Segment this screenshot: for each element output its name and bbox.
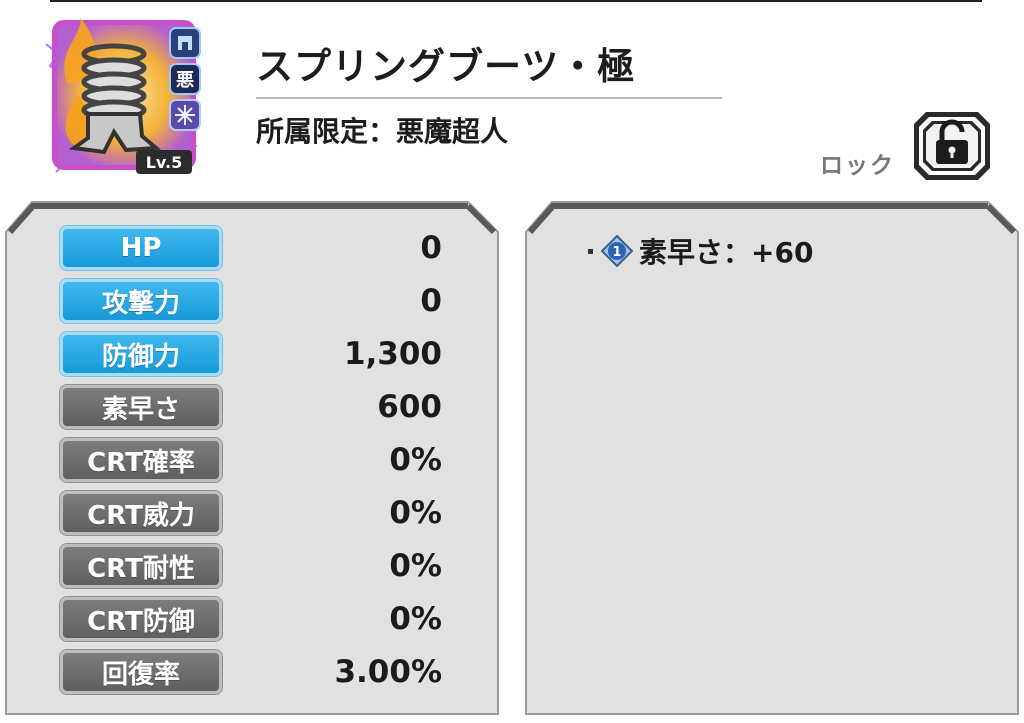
stat-label: HP xyxy=(60,226,222,270)
stat-label: CRT耐性 xyxy=(60,544,222,588)
item-level: Lv.5 xyxy=(146,153,183,172)
stat-label: CRT確率 xyxy=(60,438,222,482)
bullet-icon xyxy=(588,248,593,254)
stat-value: 1,300 xyxy=(343,336,442,372)
stat-value: 0% xyxy=(389,601,442,637)
boots-slot-icon xyxy=(169,27,201,59)
stat-label: CRT防御 xyxy=(60,597,222,641)
lock-label: ロック xyxy=(820,153,895,179)
ice-crystal-icon xyxy=(169,99,201,131)
stat-label: 防御力 xyxy=(60,332,222,376)
item-icon-card[interactable]: Lv.5 悪 xyxy=(44,14,204,178)
bonus-panel: 1 素早さ：+60 xyxy=(522,198,1022,718)
bonus-text: 素早さ：+60 xyxy=(639,236,814,269)
stat-label: CRT威力 xyxy=(60,491,222,535)
stat-value: 0 xyxy=(420,230,442,266)
faction-badge: 悪 xyxy=(169,63,201,95)
item-name: スプリングブーツ・極 xyxy=(256,45,636,88)
stat-row: CRT確率 0% xyxy=(60,438,500,482)
stat-value: 600 xyxy=(377,389,442,425)
stat-row: 回復率 3.00% xyxy=(60,650,500,694)
stat-row: HP 0 xyxy=(60,226,500,270)
bonus-number: 1 xyxy=(612,245,621,260)
item-affiliation: 所属限定：悪魔超人 xyxy=(256,115,509,148)
stat-row: 素早さ 600 xyxy=(60,385,500,429)
lock-toggle-button[interactable] xyxy=(912,110,992,182)
top-divider xyxy=(50,0,982,2)
bonus-number-badge-icon: 1 xyxy=(601,235,633,267)
stat-label: 素早さ xyxy=(60,385,222,429)
stat-row: 防御力 1,300 xyxy=(60,332,500,376)
title-underline xyxy=(256,97,722,99)
stat-value: 3.00% xyxy=(334,654,442,690)
stats-panel: HP 0 攻撃力 0 防御力 1,300 素早さ 600 CRT確率 0% CRT威力 0% CRT耐性… xyxy=(2,198,502,718)
stat-row: CRT耐性 0% xyxy=(60,544,500,588)
stat-value: 0% xyxy=(389,495,442,531)
unlocked-padlock-icon xyxy=(914,112,990,180)
stat-row: 攻撃力 0 xyxy=(60,279,500,323)
stat-label: 回復率 xyxy=(60,650,222,694)
stat-value: 0 xyxy=(420,283,442,319)
stat-value: 0% xyxy=(389,442,442,478)
faction-badge-text: 悪 xyxy=(176,70,194,91)
stat-row: CRT威力 0% xyxy=(60,491,500,535)
stat-value: 0% xyxy=(389,548,442,584)
stat-label: 攻撃力 xyxy=(60,279,222,323)
stat-row: CRT防御 0% xyxy=(60,597,500,641)
bonus-item: 1 素早さ：+60 xyxy=(588,234,814,269)
